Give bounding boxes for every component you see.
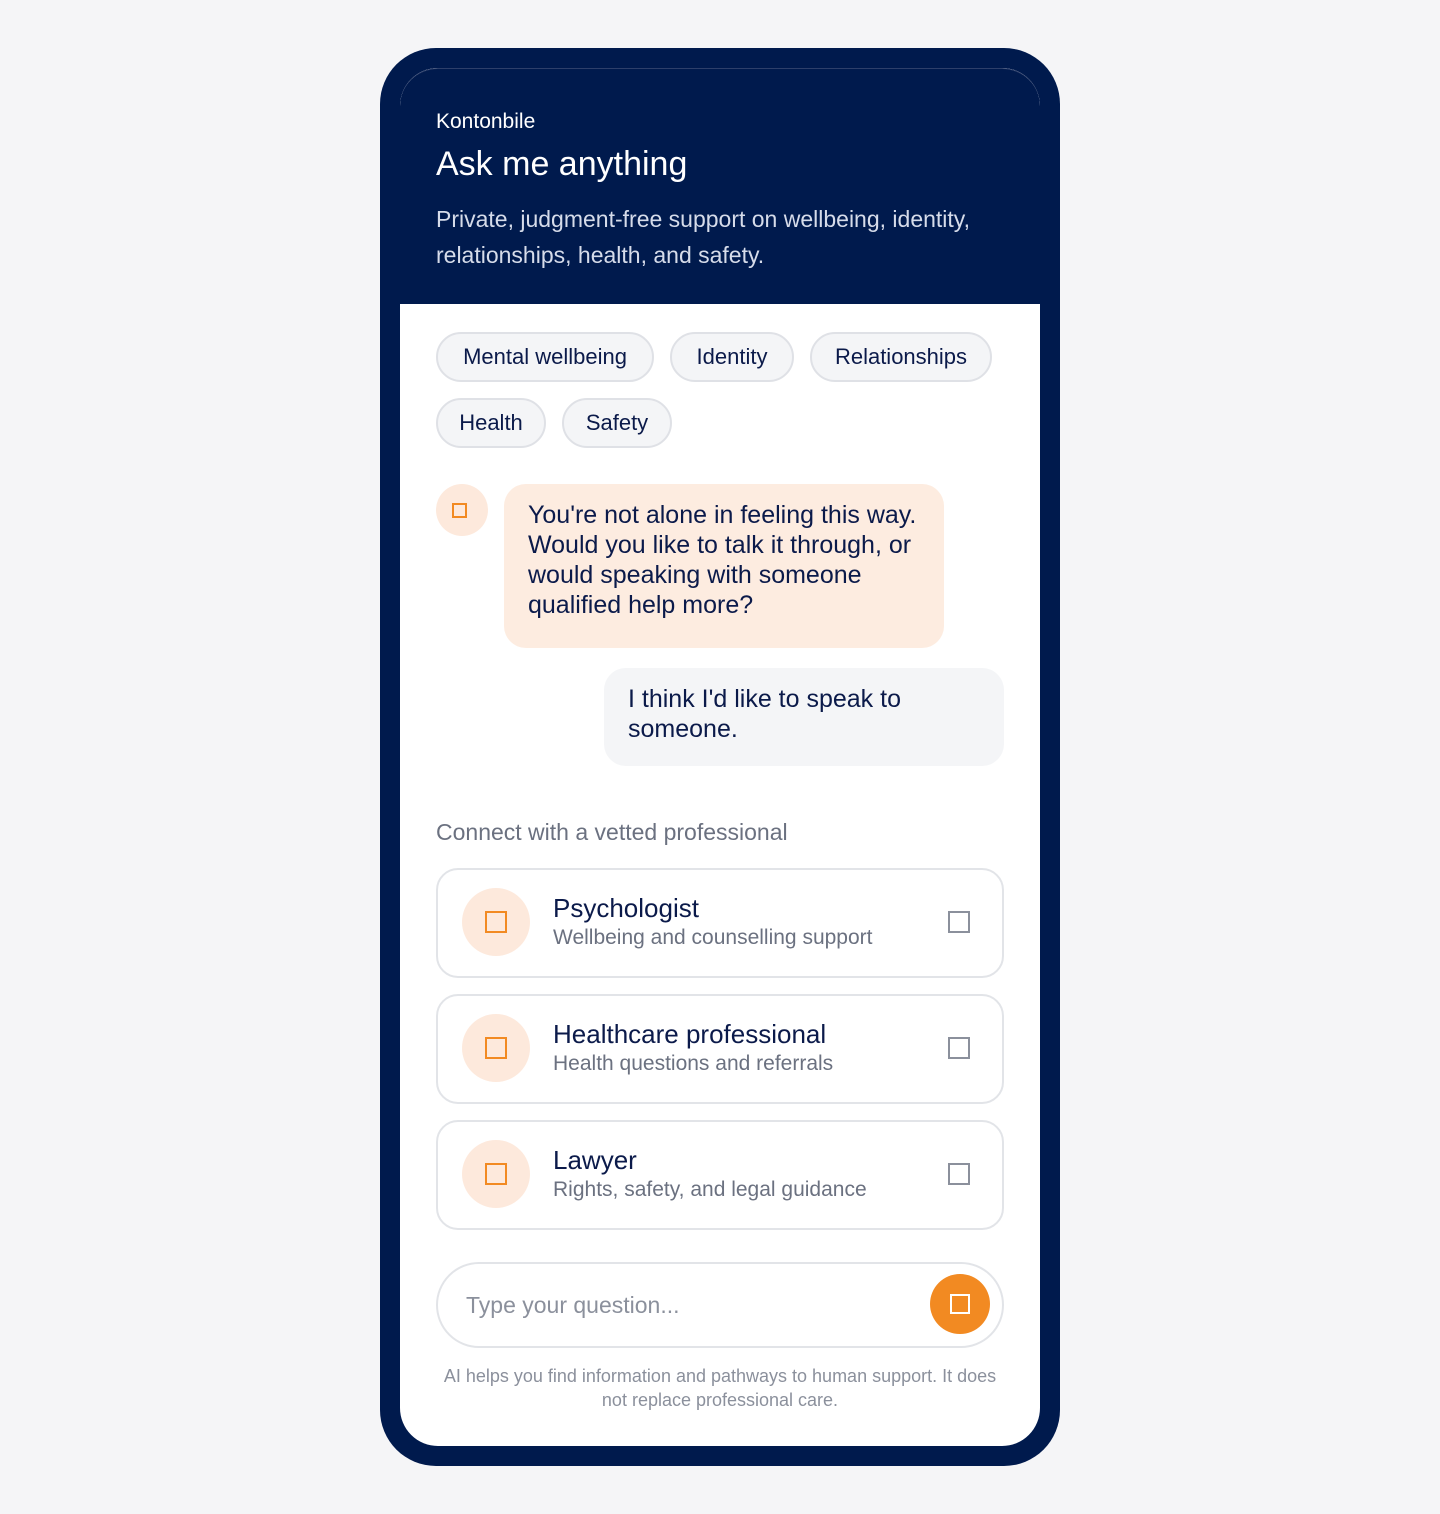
square-icon	[485, 1163, 507, 1185]
professional-card-psychologist[interactable]: Psychologist Wellbeing and counselling s…	[436, 868, 1004, 978]
checkbox-icon[interactable]	[948, 1163, 970, 1185]
professional-card-lawyer[interactable]: Lawyer Rights, safety, and legal guidanc…	[436, 1120, 1004, 1230]
checkbox-icon[interactable]	[948, 911, 970, 933]
topic-chip-mental-wellbeing[interactable]: Mental wellbeing	[436, 332, 654, 382]
page-subtitle: Private, judgment-free support on wellbe…	[436, 206, 970, 268]
brand-name: Kontonbile	[436, 110, 536, 133]
professional-description: Wellbeing and counselling support	[553, 926, 873, 949]
square-icon	[452, 503, 467, 518]
professional-avatar	[462, 1014, 530, 1082]
send-button[interactable]	[930, 1274, 990, 1334]
assistant-message: You're not alone in feeling this way. Wo…	[504, 484, 944, 648]
topic-chip-health[interactable]: Health	[436, 398, 546, 448]
question-input[interactable]	[466, 1282, 906, 1328]
app-screen: Kontonbile Ask me anything Private, judg…	[400, 68, 1040, 1446]
professional-avatar	[462, 888, 530, 956]
professional-avatar	[462, 1140, 530, 1208]
app-header: Kontonbile Ask me anything Private, judg…	[400, 68, 1040, 304]
professional-description: Rights, safety, and legal guidance	[553, 1178, 867, 1201]
square-icon	[485, 1037, 507, 1059]
send-icon	[950, 1294, 970, 1314]
professional-card-healthcare[interactable]: Healthcare professional Health questions…	[436, 994, 1004, 1104]
disclaimer-text: AI helps you find information and pathwa…	[443, 1366, 997, 1410]
professional-title: Healthcare professional	[553, 1019, 827, 1049]
topic-chip-safety[interactable]: Safety	[562, 398, 672, 448]
professional-title: Psychologist	[553, 893, 699, 923]
topic-chip-identity[interactable]: Identity	[670, 332, 794, 382]
checkbox-icon[interactable]	[948, 1037, 970, 1059]
professional-description: Health questions and referrals	[553, 1052, 834, 1075]
composer	[436, 1262, 1004, 1348]
phone-frame: Kontonbile Ask me anything Private, judg…	[380, 48, 1060, 1466]
professionals-heading: Connect with a vetted professional	[436, 819, 788, 845]
user-message: I think I'd like to speak to someone.	[604, 668, 1004, 766]
professional-title: Lawyer	[553, 1145, 637, 1175]
topic-chip-relationships[interactable]: Relationships	[810, 332, 992, 382]
square-icon	[485, 911, 507, 933]
assistant-avatar	[436, 484, 488, 536]
page-title: Ask me anything	[436, 145, 688, 183]
